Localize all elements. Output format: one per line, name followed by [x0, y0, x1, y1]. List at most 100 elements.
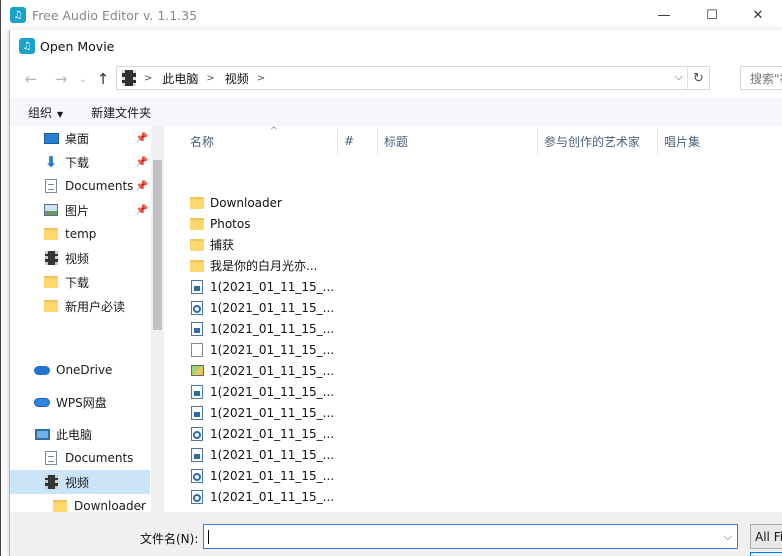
sidebar-item-downloader[interactable]: Downloader ⌄ [10, 494, 150, 512]
chevron-down-icon[interactable]: ⌄ [137, 501, 145, 511]
cloud-icon [34, 363, 50, 377]
file-row[interactable]: 1(2021_01_11_15_... [190, 318, 334, 339]
folder-icon [52, 499, 68, 512]
media-file-icon [190, 384, 204, 399]
folder-icon [190, 258, 204, 273]
app-titlebar: ♫ Free Audio Editor v. 1.1.35 — ☐ ✕ [1, 0, 782, 30]
column-header-label: 名称 [190, 134, 215, 149]
sidebar-item-label: 桌面 [65, 131, 90, 146]
folder-icon [43, 299, 59, 313]
sidebar-item-onedrive[interactable]: OneDrive [10, 358, 150, 382]
file-row[interactable]: Downloader [190, 192, 282, 213]
sidebar-scrollbar[interactable] [151, 126, 164, 512]
sidebar-item-desktop[interactable]: 桌面 📌 [10, 126, 150, 150]
file-name: 1(2021_01_11_15_... [210, 447, 335, 462]
chevron-down-icon[interactable]: ⌵ [724, 530, 732, 544]
address-bar[interactable]: > 此电脑 > 视频 > ⌵ ↻ [116, 66, 710, 90]
file-row[interactable]: 1(2021_01_11_15_... [190, 402, 334, 423]
recent-locations-button[interactable]: ⌄ [72, 68, 94, 90]
disc-file-icon [190, 300, 204, 315]
dialog-titlebar: ♫ Open Movie [10, 30, 782, 62]
file-type-select[interactable]: All Fil [750, 524, 782, 549]
close-button[interactable]: ✕ [735, 0, 781, 30]
column-header-label: 唱片集 [664, 134, 701, 149]
column-header-album[interactable]: 唱片集 [658, 128, 758, 154]
chevron-right-icon: > [144, 72, 153, 84]
sidebar-item-downloads[interactable]: ⬇ 下载 📌 [10, 150, 150, 174]
file-row[interactable]: 1(2021_01_11_15_... [190, 423, 334, 444]
file-row[interactable]: Photos [190, 213, 250, 234]
column-header-name[interactable]: ^ 名称 [184, 126, 338, 154]
up-button[interactable]: ↑ [92, 68, 114, 90]
image-file-icon [190, 363, 204, 378]
back-button[interactable]: ← [20, 68, 42, 90]
file-row[interactable]: 1(2021_01_11_15_... [190, 465, 334, 486]
column-header-label: 标题 [384, 134, 409, 149]
dialog-title: Open Movie [40, 38, 115, 54]
file-row[interactable]: 1(2021_01_11_15_... [190, 381, 334, 402]
chevron-right-icon: > [256, 72, 266, 84]
file-name: Photos [210, 216, 251, 231]
video-icon [43, 251, 59, 265]
video-icon [43, 475, 59, 489]
file-name: 我是你的白月光亦... [210, 259, 318, 273]
file-row[interactable]: 1(2021_01_11_15_... [190, 276, 334, 297]
sidebar-item-pc-documents[interactable]: Documents [10, 446, 150, 470]
scrollbar-thumb[interactable] [153, 160, 162, 330]
sidebar-item-label: Documents [65, 451, 134, 465]
sidebar-item-documents[interactable]: Documents 📌 [10, 174, 150, 198]
refresh-button[interactable]: ↻ [687, 67, 709, 89]
minimize-button[interactable]: — [641, 0, 687, 30]
sidebar-item-videos-quick[interactable]: 视频 [10, 246, 150, 270]
open-button[interactable]: 打 [750, 552, 782, 556]
sidebar-item-this-pc[interactable]: 此电脑 [10, 422, 150, 446]
file-row[interactable]: 1(2021_01_11_15_... [190, 486, 334, 507]
new-folder-button[interactable]: 新建文件夹 [91, 104, 151, 121]
sidebar-item-download-folder[interactable]: 下载 [10, 270, 150, 294]
pin-icon: 📌 [135, 132, 148, 144]
dialog-footer: 文件名(N): ⌵ All Fil 打 [10, 512, 782, 556]
folder-icon [190, 237, 204, 252]
file-row[interactable]: 1(2021_01_11_15_... [190, 360, 334, 381]
file-list: ^ 名称 # 标题 参与创作的艺术家 唱片集 Downloader Photos [166, 126, 782, 512]
caret-down-icon: ▼ [57, 109, 64, 119]
music-note-icon: ♫ [10, 7, 26, 23]
sort-ascending-icon: ^ [270, 126, 278, 136]
breadcrumb-videos[interactable]: 视频 [225, 70, 249, 87]
file-row[interactable]: 捕获 [190, 234, 234, 255]
forward-button[interactable]: → [50, 68, 72, 90]
sidebar-item-pictures[interactable]: 图片 📌 [10, 198, 150, 222]
file-row[interactable]: 我是你的白月光亦... [190, 255, 317, 276]
sidebar-item-label: Downloader [74, 499, 146, 512]
sidebar-item-new-user[interactable]: 新用户必读 [10, 294, 150, 318]
disc-file-icon [190, 489, 204, 504]
file-name: 1(2021_01_11_15_... [210, 468, 335, 483]
sidebar-item-temp[interactable]: temp [10, 222, 150, 246]
breadcrumb-this-pc[interactable]: 此电脑 [162, 70, 198, 87]
chevron-down-icon[interactable]: ⌵ [675, 70, 683, 84]
column-header-title[interactable]: 标题 [378, 128, 538, 154]
organize-button[interactable]: 组织 ▼ [28, 104, 63, 121]
sidebar-item-label: 此电脑 [56, 427, 93, 442]
folder-icon [43, 275, 59, 289]
app-title: Free Audio Editor v. 1.1.35 [32, 7, 198, 23]
column-header-number[interactable]: # [338, 128, 378, 154]
media-file-icon [190, 405, 204, 420]
search-input[interactable]: 搜索"视频" [740, 66, 782, 90]
file-name: 1(2021_01_11_15_... [210, 405, 335, 420]
sidebar-item-label: 下载 [65, 155, 90, 170]
pin-icon: 📌 [135, 204, 148, 216]
sidebar-item-wps[interactable]: WPS网盘 [10, 390, 150, 414]
sidebar-item-label: 下载 [65, 275, 90, 290]
column-header-label: 参与创作的艺术家 [544, 134, 641, 149]
file-name: 1(2021_01_11_15_... [210, 489, 335, 504]
file-row[interactable]: 1(2021_01_11_15_... [190, 444, 334, 465]
computer-icon [34, 427, 50, 441]
sidebar-item-pc-videos[interactable]: 视频 [10, 470, 150, 494]
file-row[interactable]: 1(2021_01_11_15_... [190, 297, 334, 318]
column-header-artists[interactable]: 参与创作的艺术家 [538, 128, 658, 154]
filename-input[interactable]: ⌵ [203, 524, 738, 549]
text-cursor [208, 530, 209, 544]
maximize-button[interactable]: ☐ [689, 0, 735, 30]
file-row[interactable]: 1(2021_01_11_15_... [190, 339, 334, 360]
